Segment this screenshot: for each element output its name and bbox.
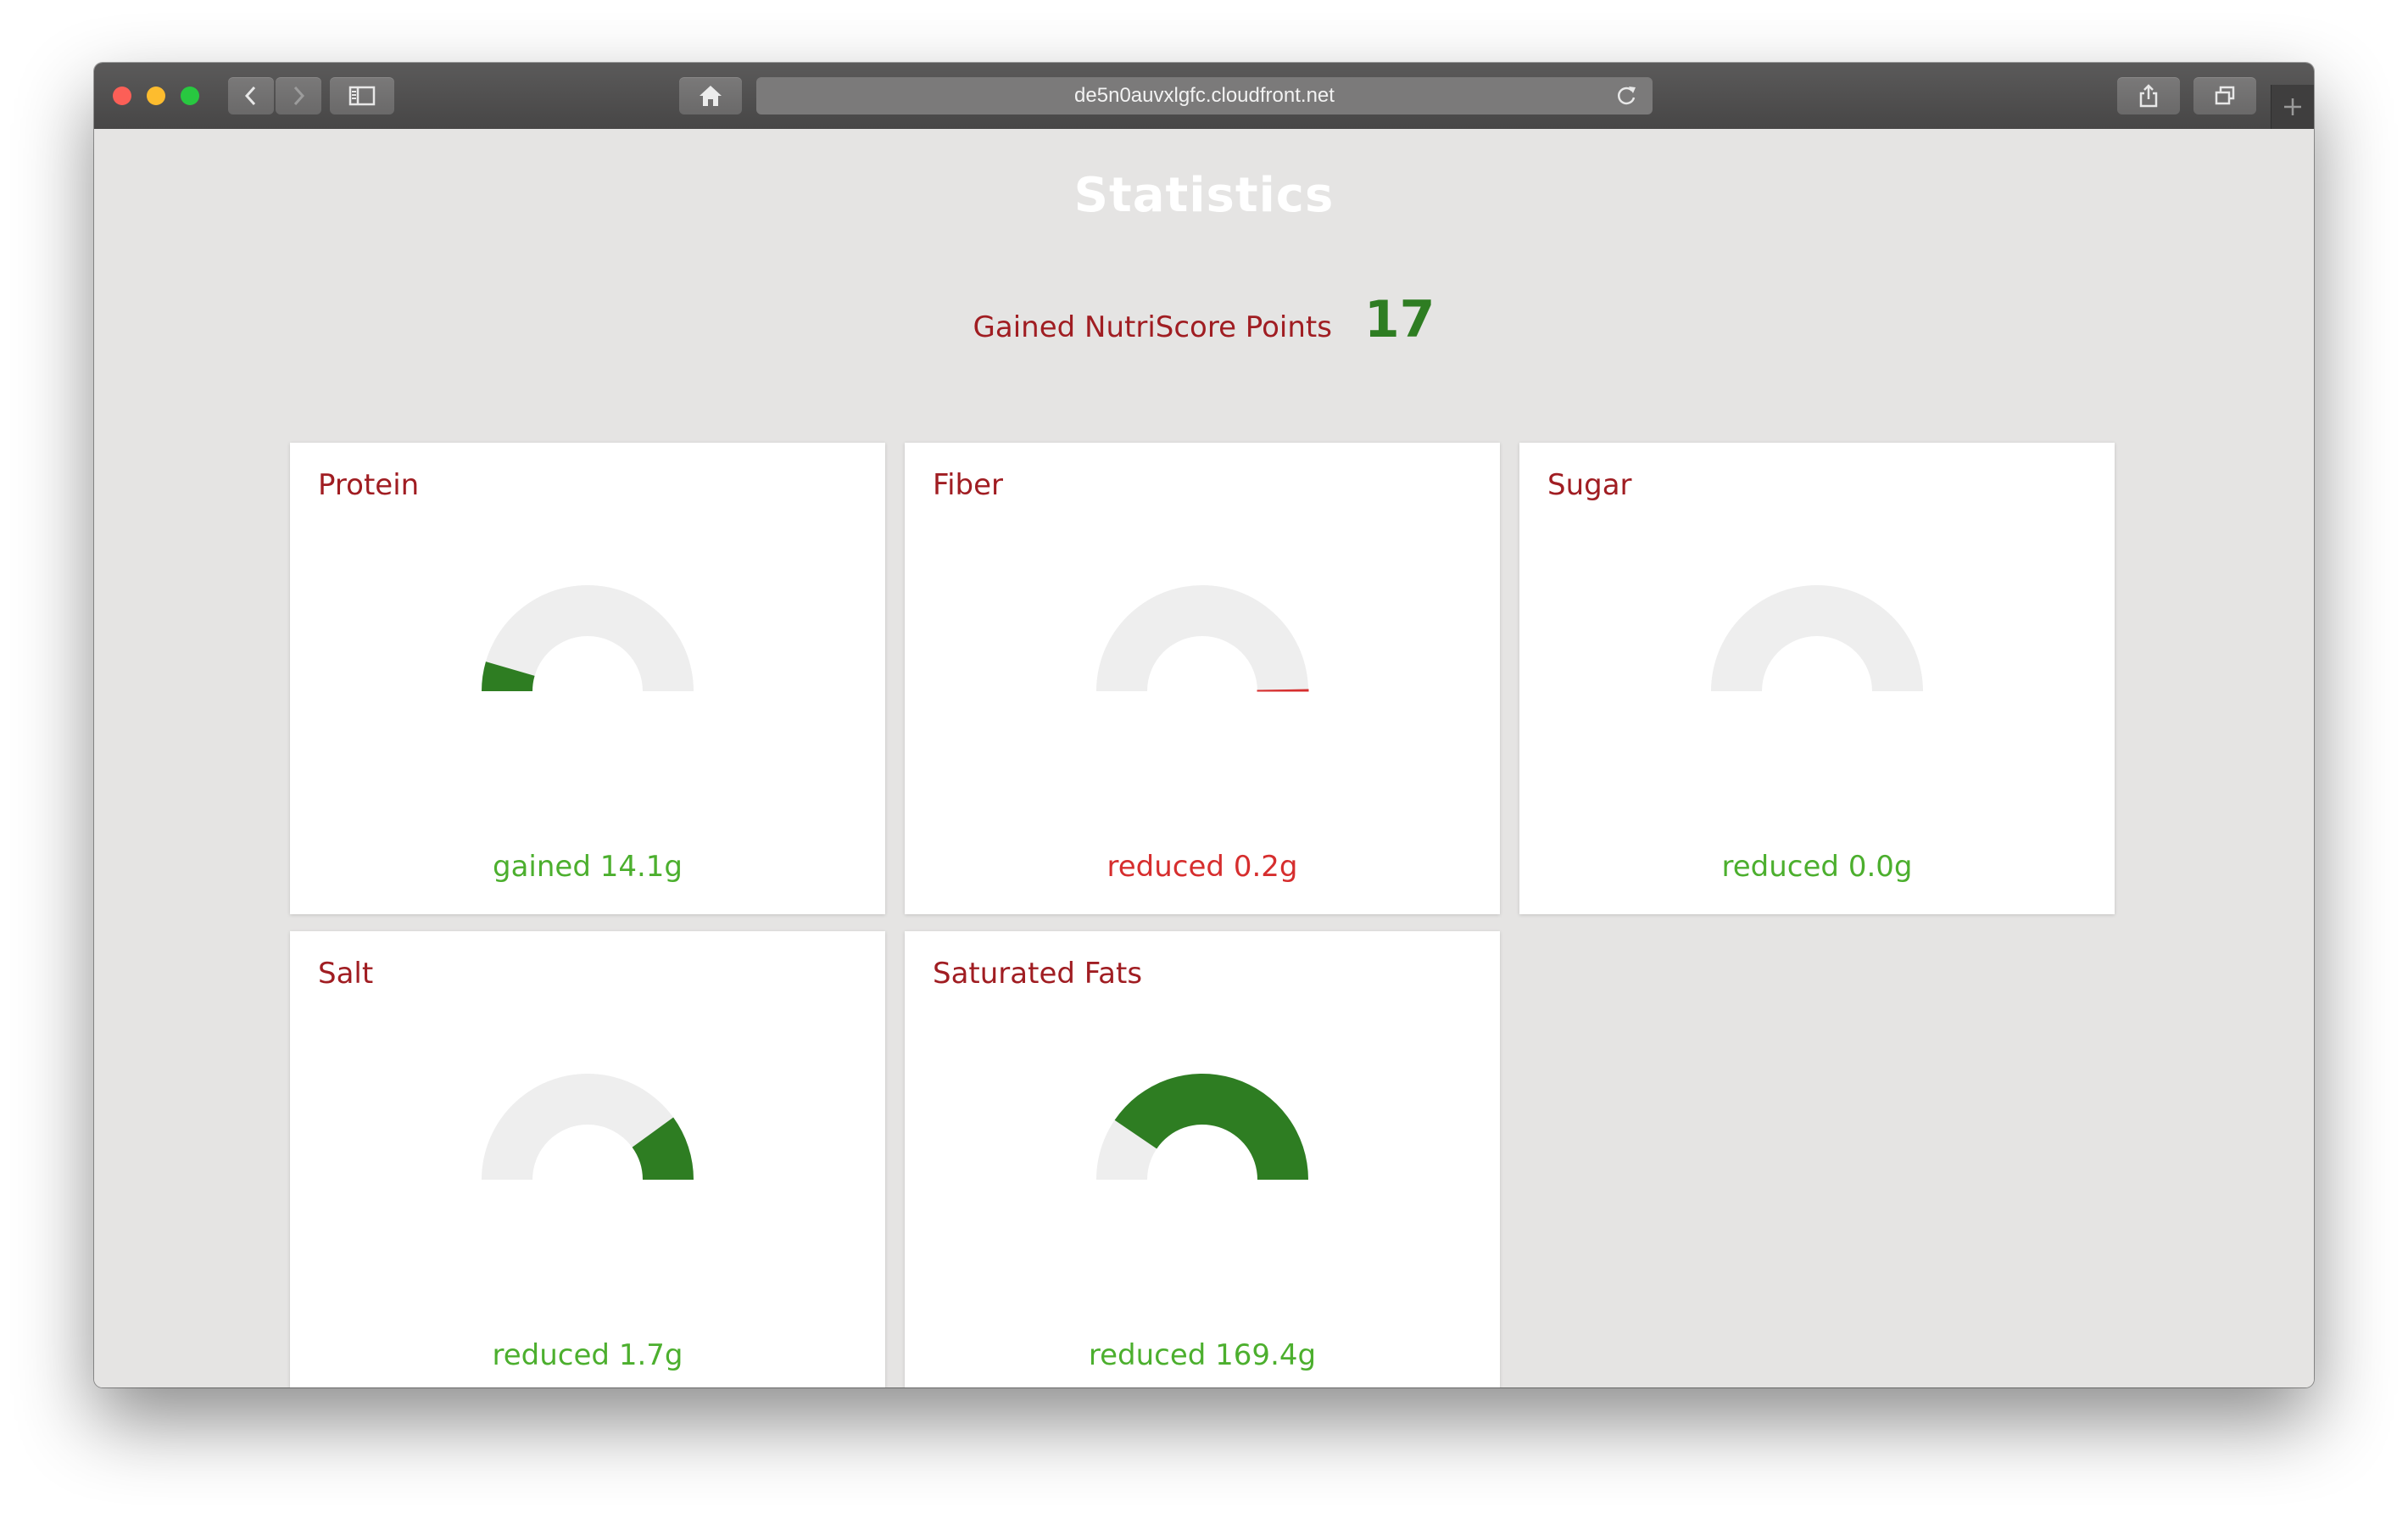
gauge-track <box>1096 585 1308 691</box>
stat-card-sugar: Sugar reduced 0.0g <box>1519 443 2115 914</box>
stat-card-salt: Salt reduced 1.7g <box>290 931 885 1387</box>
zoom-window-button[interactable] <box>181 87 199 105</box>
close-window-button[interactable] <box>113 87 131 105</box>
share-icon <box>2139 84 2158 108</box>
card-title: Saturated Fats <box>933 957 1143 991</box>
card-value: reduced 1.7g <box>492 1338 683 1372</box>
gauge <box>482 585 694 691</box>
chevron-left-icon <box>244 86 256 106</box>
sidebar-toggle-button[interactable] <box>330 77 394 114</box>
card-title: Protein <box>318 468 420 502</box>
forward-button[interactable] <box>276 77 321 114</box>
home-icon <box>700 86 722 106</box>
new-tab-button[interactable] <box>2271 85 2314 129</box>
sidebar-icon <box>348 86 376 106</box>
card-value: reduced 0.2g <box>1106 850 1298 884</box>
page-content: Statistics Gained NutriScore Points 17 P… <box>94 129 2314 1387</box>
stat-card-protein: Protein gained 14.1g <box>290 443 885 914</box>
reload-icon[interactable] <box>1614 83 1639 109</box>
card-value: reduced 169.4g <box>1088 1338 1317 1372</box>
minimize-window-button[interactable] <box>147 87 165 105</box>
browser-toolbar: de5n0auvxlgfc.cloudfront.net <box>94 63 2314 130</box>
share-button[interactable] <box>2117 77 2180 114</box>
stat-card-fiber: Fiber reduced 0.2g <box>905 443 1500 914</box>
nutriscore-summary: Gained NutriScore Points 17 <box>94 290 2314 349</box>
gauge-track <box>1711 585 1923 691</box>
url-text: de5n0auvxlgfc.cloudfront.net <box>1074 84 1335 107</box>
browser-window: de5n0auvxlgfc.cloudfront.net Statistics … <box>94 63 2314 1387</box>
chevron-right-icon <box>293 86 305 106</box>
tabs-icon <box>2215 86 2235 105</box>
gauge <box>482 1074 694 1180</box>
address-bar[interactable]: de5n0auvxlgfc.cloudfront.net <box>756 77 1653 114</box>
card-value: reduced 0.0g <box>1721 850 1913 884</box>
gauge <box>1711 585 1923 691</box>
back-button[interactable] <box>228 77 274 114</box>
score-label: Gained NutriScore Points <box>973 310 1332 344</box>
gauge <box>1096 585 1309 692</box>
gauge <box>1096 1074 1308 1180</box>
card-title: Salt <box>318 957 374 991</box>
tabs-overview-button[interactable] <box>2193 77 2256 114</box>
card-title: Fiber <box>933 468 1004 502</box>
stat-card-saturated-fats: Saturated Fats reduced 169.4g <box>905 931 1500 1387</box>
score-value: 17 <box>1363 290 1435 349</box>
home-button[interactable] <box>679 77 742 114</box>
card-value: gained 14.1g <box>492 850 683 884</box>
page-title: Statistics <box>1073 168 1335 223</box>
card-title: Sugar <box>1547 468 1632 502</box>
plus-icon <box>2284 98 2301 115</box>
